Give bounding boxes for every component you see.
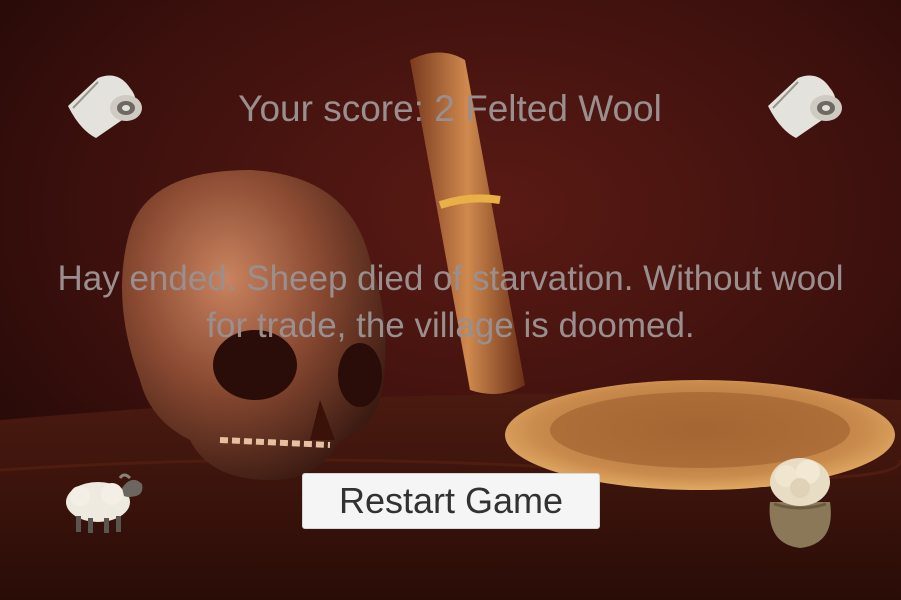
wool-sack-icon — [769, 458, 831, 548]
game-over-message: Hay ended. Sheep died of starvation. Wit… — [0, 255, 901, 349]
restart-game-button[interactable]: Restart Game — [302, 473, 600, 529]
message-line-2: for trade, the village is doomed. — [206, 306, 695, 345]
message-line-1: Hay ended. Sheep died of starvation. Wit… — [57, 259, 844, 298]
sheep-icon — [66, 473, 143, 533]
score-text: Your score: 2 Felted Wool — [238, 88, 662, 129]
scroll-icon — [768, 75, 842, 138]
scroll-icon — [68, 75, 142, 138]
